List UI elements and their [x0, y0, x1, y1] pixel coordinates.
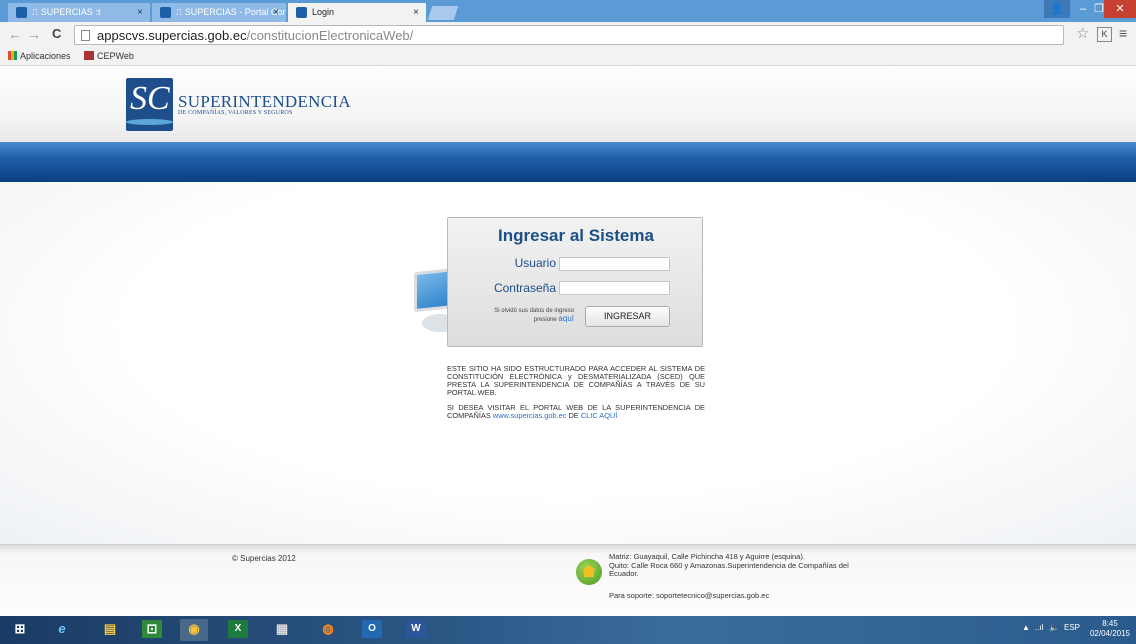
address-bar[interactable]: appscvs.supercias.gob.ec/constitucionEle…	[74, 25, 1064, 45]
taskbar: ⊞ e ▤ ⊡ ◉ X ▦ ◍ O W ▲ ..ıl 🔈 ESP 8:45 02…	[0, 616, 1136, 644]
store-icon[interactable]: ⊡	[142, 620, 162, 638]
tab-supercias-portal[interactable]: ⎍ SUPERCIAS - Portal Con ×	[152, 3, 286, 22]
bookmark-label: CEPWeb	[97, 51, 134, 61]
apps-icon	[8, 51, 17, 60]
clock[interactable]: 8:45 02/04/2015	[1088, 619, 1132, 639]
tab-supercias-1[interactable]: ⎍ SUPERCIAS :t ×	[8, 3, 150, 22]
supercias-logo-icon[interactable]: SC	[126, 78, 173, 131]
reload-button[interactable]: C	[52, 26, 61, 41]
close-window-button[interactable]: ✕	[1104, 0, 1136, 18]
close-icon[interactable]: ×	[137, 3, 143, 22]
close-icon[interactable]: ×	[273, 3, 279, 22]
firefox-icon[interactable]: ◍	[318, 620, 338, 638]
tab-strip: ⎍ SUPERCIAS :t × ⎍ SUPERCIAS - Portal Co…	[0, 0, 1136, 22]
calculator-icon[interactable]: ▦	[272, 620, 292, 638]
extension-button[interactable]: K	[1097, 27, 1112, 42]
bookmark-aplicaciones[interactable]: Aplicaciones	[8, 51, 71, 61]
url-path: /constitucionElectronicaWeb/	[246, 28, 414, 43]
language-indicator[interactable]: ESP	[1064, 623, 1080, 632]
url-host: appscvs.supercias.gob.ec	[97, 28, 247, 43]
tab-label: Login	[312, 7, 335, 17]
logo-wave	[126, 119, 173, 125]
click-here-link[interactable]: CLIC AQUÍ	[581, 411, 618, 420]
cepweb-icon	[84, 51, 94, 60]
tab-label: ⎍ SUPERCIAS :t	[32, 7, 101, 17]
bookmark-cepweb[interactable]: CEPWeb	[84, 51, 134, 61]
portal-link[interactable]: www.supercias.gob.ec	[493, 411, 567, 420]
info-text: ESTE SITIO HA SIDO ESTRUCTURADO PARA ACC…	[447, 365, 705, 427]
file-explorer-icon[interactable]: ▤	[100, 620, 120, 638]
url-text[interactable]: appscvs.supercias.gob.ec/constitucionEle…	[97, 28, 413, 43]
forgot-credentials-text: Si olvidó sus datos de ingreso presione …	[478, 307, 574, 324]
logo-letters: SC	[130, 80, 170, 117]
menu-icon[interactable]: ≡	[1119, 25, 1127, 41]
user-label: Usuario	[514, 256, 556, 270]
tab-label: ⎍ SUPERCIAS - Portal Con	[176, 7, 286, 17]
word-icon[interactable]: W	[406, 620, 426, 638]
login-panel: Ingresar al Sistema Usuario Contraseña S…	[447, 217, 703, 347]
chrome-icon[interactable]: ◉	[184, 620, 204, 638]
network-signal-icon[interactable]: ..ıl	[1035, 623, 1043, 632]
clock-time: 8:45	[1102, 619, 1118, 628]
supercias-favicon-icon	[296, 7, 307, 18]
header-band	[0, 142, 1136, 182]
tab-login[interactable]: Login ×	[288, 3, 426, 22]
site-footer: © Supercias 2012 Matriz: Guayaquil, Call…	[0, 544, 1136, 616]
login-button[interactable]: INGRESAR	[585, 306, 670, 327]
web-page: SC SUPERINTENDENCIA DE COMPAÑÍAS, VALORE…	[0, 66, 1136, 616]
info-text-mid: DE	[568, 411, 579, 420]
clock-date: 02/04/2015	[1089, 629, 1131, 638]
username-input[interactable]	[559, 257, 670, 271]
back-button[interactable]: ←	[8, 26, 22, 42]
forward-button[interactable]: →	[27, 26, 41, 42]
volume-icon[interactable]: 🔈	[1049, 623, 1059, 632]
page-icon	[81, 30, 90, 41]
supercias-favicon-icon	[160, 7, 171, 18]
home-icon[interactable]	[576, 559, 602, 585]
forgot-link[interactable]: aquí	[558, 314, 574, 323]
logo-text: SUPERINTENDENCIA DE COMPAÑÍAS, VALORES Y…	[178, 92, 351, 116]
logo-title: SUPERINTENDENCIA	[178, 92, 351, 111]
login-title: Ingresar al Sistema	[498, 226, 654, 245]
internet-explorer-icon[interactable]: e	[52, 620, 72, 638]
bookmark-label: Aplicaciones	[20, 51, 71, 61]
address-line-2: Quito: Calle Roca 660 y Amazonas.Superin…	[609, 560, 849, 578]
bookmarks-bar: Aplicaciones CEPWeb	[0, 48, 1136, 66]
info-paragraph-1: ESTE SITIO HA SIDO ESTRUCTURADO PARA ACC…	[447, 364, 705, 397]
close-icon[interactable]: ×	[413, 3, 419, 22]
support-email: Para soporte: soportetecnico@supercias.g…	[609, 591, 770, 600]
user-icon[interactable]: 👤	[1044, 0, 1070, 18]
tray-expand-icon[interactable]: ▲	[1022, 623, 1030, 632]
password-input[interactable]	[559, 281, 670, 295]
bookmark-star-icon[interactable]: ☆	[1076, 24, 1089, 42]
outlook-icon[interactable]: O	[362, 620, 382, 638]
new-tab-button[interactable]	[427, 6, 459, 20]
browser-toolbar: ← → C appscvs.supercias.gob.ec/constituc…	[0, 22, 1136, 48]
password-label: Contraseña	[493, 281, 556, 295]
footer-address: Matriz: Guayaquil, Calle Pichincha 418 y…	[609, 552, 849, 579]
supercias-favicon-icon	[16, 7, 27, 18]
info-paragraph-2: SI DESEA VISITAR EL PORTAL WEB DE LA SUP…	[447, 404, 705, 420]
copyright: © Supercias 2012	[232, 554, 296, 563]
site-header: SC SUPERINTENDENCIA DE COMPAÑÍAS, VALORE…	[0, 66, 1136, 142]
windows-start-icon[interactable]: ⊞	[10, 620, 30, 638]
excel-icon[interactable]: X	[228, 620, 248, 638]
